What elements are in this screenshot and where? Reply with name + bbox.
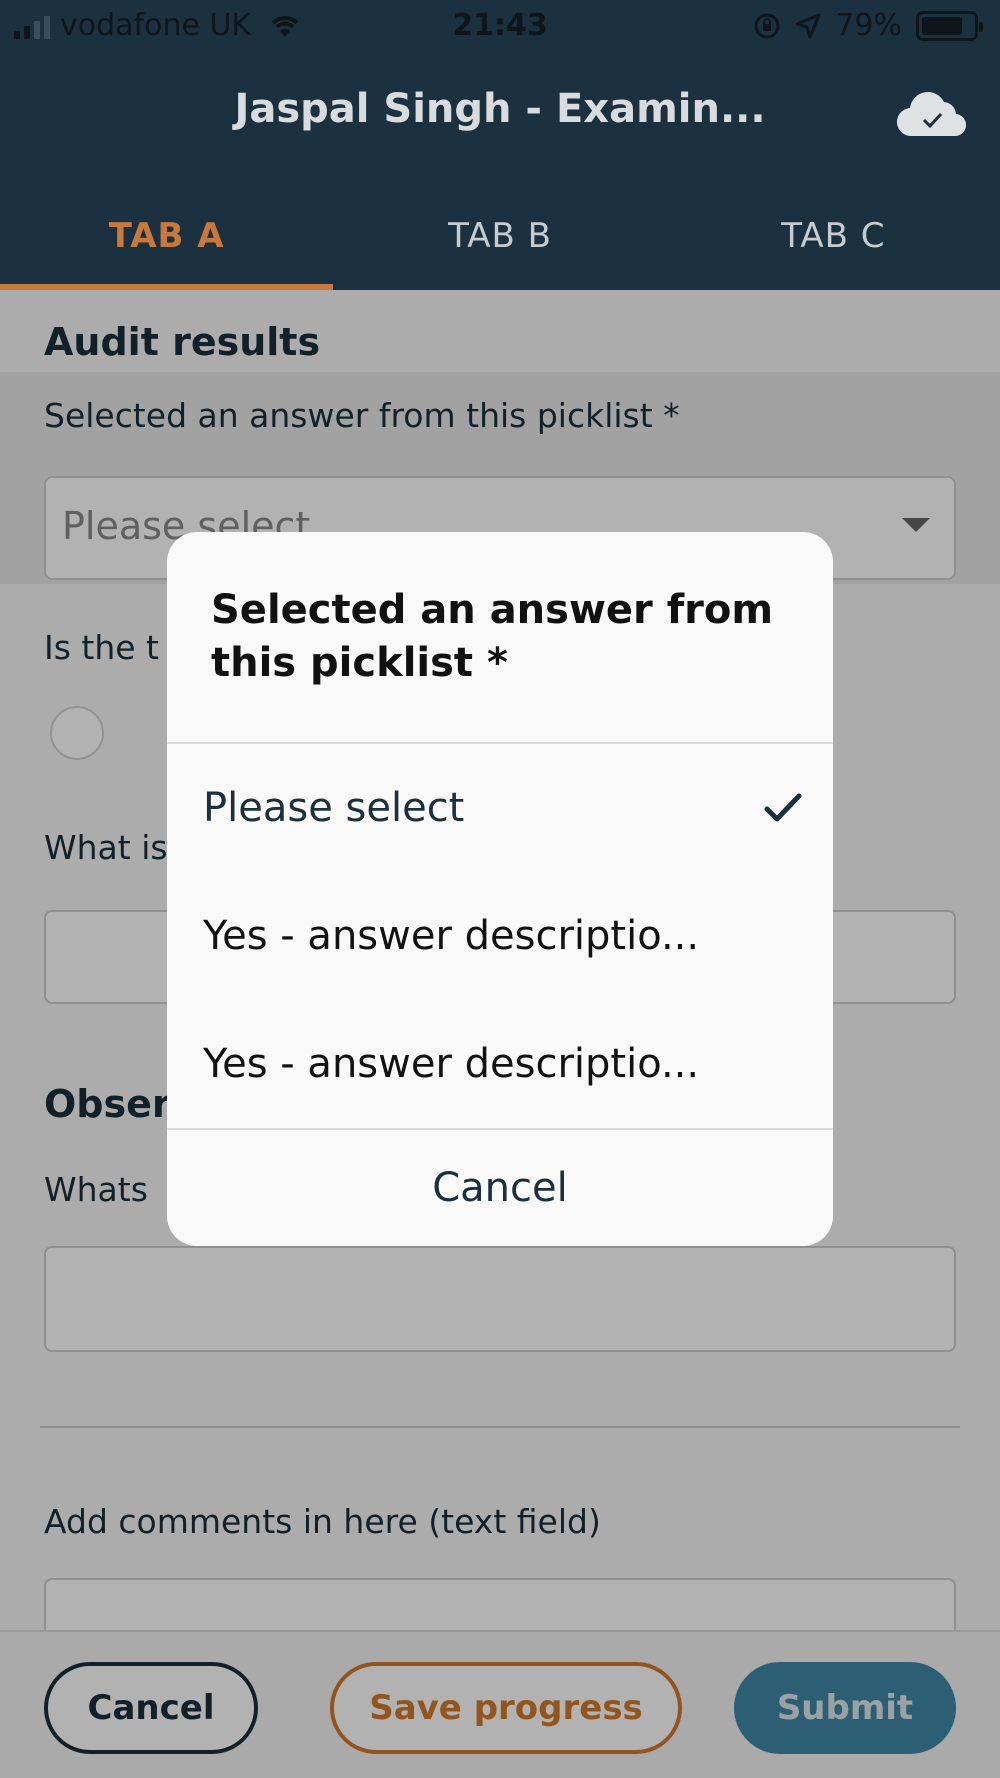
app-screen: vodafone UK 21:43 79% Jaspal Singh - Exa… (0, 0, 1000, 1778)
tab-bar: TAB A TAB B TAB C (0, 206, 1000, 290)
status-right: 79% (753, 8, 983, 43)
option-yes-1[interactable]: Yes - answer descriptio... (203, 886, 803, 986)
option-label: Yes - answer descriptio... (203, 1041, 700, 1087)
battery-percent: 79% (835, 8, 902, 43)
checkmark-icon (763, 758, 803, 858)
picklist-dialog: Selected an answer from this picklist * … (167, 532, 833, 1246)
battery-icon (916, 10, 983, 41)
option-label: Please select (203, 785, 465, 831)
tab-a[interactable]: TAB A (0, 206, 334, 290)
dialog-cancel-button[interactable]: Cancel (167, 1130, 833, 1246)
app-header: Jaspal Singh - Examin... TAB A TAB B TAB… (0, 56, 1000, 290)
tab-c[interactable]: TAB C (667, 206, 1000, 290)
status-bar: vodafone UK 21:43 79% (0, 0, 1000, 56)
option-yes-2[interactable]: Yes - answer descriptio... (203, 1014, 803, 1114)
cloud-check-icon[interactable] (894, 90, 970, 140)
option-please-select[interactable]: Please select (203, 758, 803, 858)
battery-fill (922, 16, 962, 35)
orientation-lock-icon (754, 13, 780, 38)
dialog-title: Selected an answer from this picklist * (211, 587, 773, 686)
page-title: Jaspal Singh - Examin... (234, 86, 766, 132)
tab-b[interactable]: TAB B (333, 206, 666, 290)
option-label: Yes - answer descriptio... (203, 913, 700, 959)
dialog-separator (167, 742, 833, 744)
location-arrow-icon (795, 13, 821, 38)
